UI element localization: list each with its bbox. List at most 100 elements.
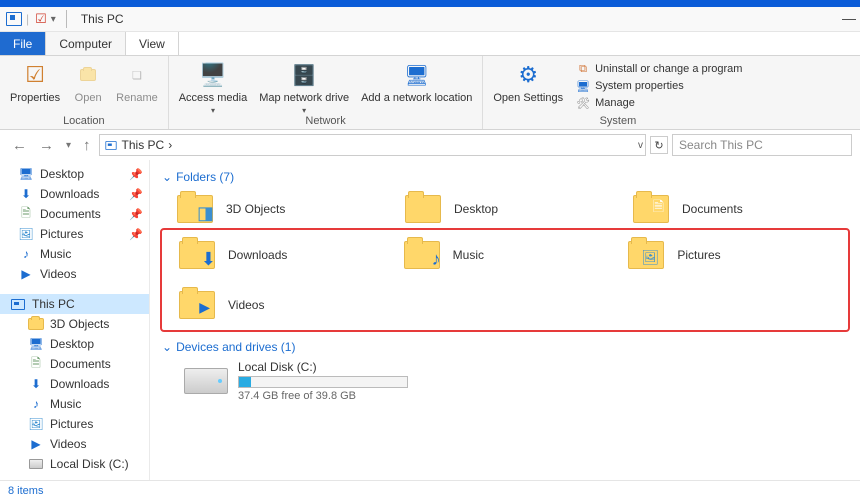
address-dropdown-icon[interactable]: v — [638, 140, 643, 151]
desktop-icon: 🖥 — [28, 337, 44, 351]
search-input[interactable]: Search This PC — [672, 134, 852, 156]
add-network-location-button[interactable]: 🖥 Add a network location — [357, 60, 476, 104]
sidebar-item-documents[interactable]: 🗎 Documents 📌 — [0, 204, 149, 224]
folder-icon: ♪ — [401, 236, 443, 274]
refresh-button[interactable]: ↻ — [650, 136, 668, 154]
folder-tile-3d-objects[interactable]: ◨ 3D Objects — [174, 190, 394, 228]
access-media-button[interactable]: 🖥️ Access media ▾ — [175, 60, 251, 115]
sidebar-item-music[interactable]: ♪ Music — [0, 244, 149, 264]
videos-icon: ▶ — [18, 267, 34, 281]
properties-icon: ☑ — [19, 60, 51, 90]
disk-icon — [184, 368, 228, 394]
folder-tile-desktop[interactable]: Desktop — [402, 190, 622, 228]
settings-gear-icon: ⚙ — [512, 60, 544, 90]
downloads-icon: ⬇ — [18, 187, 34, 201]
pin-icon: 📌 — [129, 228, 143, 241]
back-button[interactable]: ← — [8, 137, 31, 154]
tab-computer[interactable]: Computer — [46, 32, 126, 55]
sidebar-item-this-pc[interactable]: This PC — [0, 294, 149, 314]
window-title: This PC — [81, 12, 124, 26]
folders-section-header[interactable]: ⌄ Folders (7) — [162, 170, 850, 184]
map-drive-icon: 🗄️ — [288, 60, 320, 90]
sidebar-item-videos[interactable]: ▶ Videos — [0, 264, 149, 284]
sidebar-item-desktop[interactable]: 🖥 Desktop 📌 — [0, 164, 149, 184]
title-divider — [66, 10, 67, 28]
folder-tile-pictures[interactable]: 🖼 Pictures — [625, 236, 842, 274]
manage-button[interactable]: 🛠 Manage — [575, 96, 742, 110]
up-button[interactable]: ↑ — [79, 137, 95, 154]
folder-icon: 🗎 — [630, 190, 672, 228]
highlight-annotation: ⬇ Downloads ♪ Music 🖼 Pictures ▶ Videos — [160, 228, 850, 332]
open-icon — [72, 60, 104, 90]
manage-icon: 🛠 — [575, 96, 591, 110]
chevron-down-icon: ▾ — [302, 106, 306, 115]
videos-icon: ▶ — [28, 437, 44, 451]
folder-icon: ⬇ — [176, 236, 218, 274]
this-pc-icon — [105, 141, 116, 150]
uninstall-icon: ⧉ — [575, 62, 591, 76]
sidebar-item-desktop-sub[interactable]: 🖥 Desktop — [0, 334, 149, 354]
title-bar: | ☑ ▾ This PC — — [0, 7, 860, 32]
drive-tile-local-disk[interactable]: Local Disk (C:) 37.4 GB free of 39.8 GB — [184, 360, 850, 402]
minimize-button[interactable]: — — [842, 10, 856, 26]
rename-button[interactable]: ❏ Rename — [112, 60, 162, 104]
sidebar-item-local-disk[interactable]: Local Disk (C:) — [0, 454, 149, 474]
disk-icon — [28, 457, 44, 471]
rename-icon: ❏ — [121, 60, 153, 90]
pin-icon: 📌 — [129, 188, 143, 201]
music-icon: ♪ — [28, 397, 44, 411]
folder-tile-videos[interactable]: ▶ Videos — [176, 286, 393, 324]
folder-tile-music[interactable]: ♪ Music — [401, 236, 618, 274]
downloads-icon: ⬇ — [28, 377, 44, 391]
system-properties-button[interactable]: 🖥 System properties — [575, 79, 742, 93]
pin-icon: 📌 — [129, 168, 143, 181]
tab-file[interactable]: File — [0, 32, 46, 55]
folder-icon: 🖼 — [625, 236, 667, 274]
this-pc-icon — [6, 12, 22, 26]
sidebar-item-3d-objects[interactable]: 3D Objects — [0, 314, 149, 334]
ribbon: ☑ Properties Open ❏ Rename Location 🖥️ A… — [0, 56, 860, 130]
folder-tile-downloads[interactable]: ⬇ Downloads — [176, 236, 393, 274]
folder-icon — [402, 190, 444, 228]
uninstall-program-button[interactable]: ⧉ Uninstall or change a program — [575, 62, 742, 76]
properties-button[interactable]: ☑ Properties — [6, 60, 64, 104]
open-settings-button[interactable]: ⚙ Open Settings — [489, 60, 567, 104]
sidebar-item-downloads[interactable]: ⬇ Downloads 📌 — [0, 184, 149, 204]
address-bar[interactable]: This PC › v — [99, 134, 646, 156]
sidebar-item-videos-sub[interactable]: ▶ Videos — [0, 434, 149, 454]
devices-section-header[interactable]: ⌄ Devices and drives (1) — [162, 340, 850, 354]
breadcrumb[interactable]: This PC — [122, 138, 165, 152]
system-properties-icon: 🖥 — [575, 79, 591, 93]
sidebar-item-documents-sub[interactable]: 🗎 Documents — [0, 354, 149, 374]
tab-view[interactable]: View — [126, 32, 179, 55]
sidebar-item-pictures[interactable]: 🖼 Pictures 📌 — [0, 224, 149, 244]
sidebar-item-downloads-sub[interactable]: ⬇ Downloads — [0, 374, 149, 394]
chevron-right-icon[interactable]: › — [168, 138, 172, 152]
ribbon-tabs: File Computer View — [0, 32, 860, 56]
status-item-count: 8 items — [8, 485, 43, 497]
drive-usage-fill — [239, 377, 251, 387]
add-location-icon: 🖥 — [401, 60, 433, 90]
chevron-down-icon: ⌄ — [162, 340, 172, 354]
qat-dropdown-icon[interactable]: ▾ — [51, 14, 56, 25]
open-button[interactable]: Open — [68, 60, 108, 104]
pictures-icon: 🖼 — [18, 227, 34, 241]
navigation-row: ← → ▾ ↑ This PC › v ↻ Search This PC — [0, 130, 860, 160]
documents-icon: 🗎 — [28, 357, 44, 371]
recent-dropdown-icon[interactable]: ▾ — [62, 140, 75, 151]
folder-tile-documents[interactable]: 🗎 Documents — [630, 190, 850, 228]
forward-button[interactable]: → — [35, 137, 58, 154]
sidebar-item-pictures-sub[interactable]: 🖼 Pictures — [0, 414, 149, 434]
content-pane: ⌄ Folders (7) ◨ 3D Objects Desktop 🗎 Doc… — [150, 160, 860, 480]
navigation-pane: 🖥 Desktop 📌 ⬇ Downloads 📌 🗎 Documents 📌 … — [0, 160, 150, 480]
sidebar-item-music-sub[interactable]: ♪ Music — [0, 394, 149, 414]
search-placeholder: Search This PC — [679, 138, 763, 152]
pin-icon: 📌 — [129, 208, 143, 221]
documents-icon: 🗎 — [18, 207, 34, 221]
ribbon-group-system: ⚙ Open Settings ⧉ Uninstall or change a … — [483, 56, 752, 129]
drive-label: Local Disk (C:) — [238, 360, 408, 374]
status-bar: 8 items — [0, 480, 860, 500]
qat-check-icon[interactable]: ☑ — [35, 11, 47, 27]
folder-icon: ◨ — [174, 190, 216, 228]
map-network-drive-button[interactable]: 🗄️ Map network drive ▾ — [255, 60, 353, 115]
